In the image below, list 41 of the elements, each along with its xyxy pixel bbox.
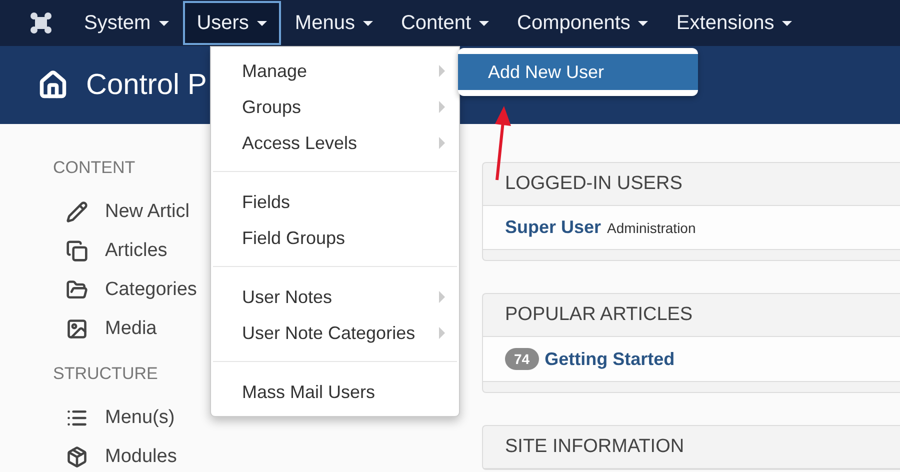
- count-badge: 74: [505, 348, 539, 370]
- section-title: STRUCTURE: [53, 364, 159, 384]
- menu-item[interactable]: User Note Categories: [211, 315, 459, 351]
- sidebar-link[interactable]: Modules: [105, 446, 177, 468]
- page-title: Control P: [86, 68, 207, 102]
- nav-menu[interactable]: Users: [182, 1, 281, 45]
- sidebar-link[interactable]: Articles: [105, 240, 168, 262]
- nav-menu[interactable]: Content: [386, 1, 504, 45]
- image-icon: [66, 318, 88, 340]
- nav-menu[interactable]: System: [70, 1, 183, 45]
- sidebar-link[interactable]: Categories: [105, 278, 197, 300]
- section-title: CONTENT: [53, 158, 136, 178]
- cube-icon: [66, 446, 88, 468]
- pencil-icon: [66, 200, 88, 222]
- chevron-icon: [439, 101, 445, 113]
- logo-icon[interactable]: [30, 12, 52, 34]
- panel-link[interactable]: Getting Started: [544, 348, 675, 370]
- sidebar-link[interactable]: New Articl: [105, 200, 190, 222]
- nav-menu[interactable]: Menus: [280, 1, 387, 45]
- menu-item[interactable]: Add New User: [458, 54, 698, 90]
- chevron-icon: [439, 65, 445, 77]
- nav-menu[interactable]: Components: [503, 1, 662, 45]
- panel-link[interactable]: Super User: [505, 217, 602, 238]
- panel-title: SITE INFORMATION: [483, 426, 900, 469]
- menu-item[interactable]: User Notes: [211, 279, 459, 315]
- copy-icon: [66, 240, 88, 262]
- nav-menu[interactable]: Extensions: [662, 1, 806, 45]
- menu-item[interactable]: Fields: [211, 184, 459, 220]
- menu-item[interactable]: Mass Mail Users: [211, 374, 459, 410]
- chevron-icon: [439, 327, 445, 339]
- sidebar-link[interactable]: Media: [105, 318, 157, 340]
- menu-item[interactable]: Access Levels: [211, 125, 459, 161]
- chevron-icon: [439, 137, 445, 149]
- menu-item[interactable]: Field Groups: [211, 220, 459, 256]
- chevron-icon: [439, 291, 445, 303]
- menu-item[interactable]: Groups: [211, 89, 459, 125]
- user-role: Administration: [607, 220, 696, 236]
- sidebar-link[interactable]: Menu(s): [105, 406, 175, 428]
- menu-item[interactable]: Manage: [211, 53, 459, 89]
- home-icon: [38, 70, 68, 100]
- folder-icon: [66, 278, 88, 300]
